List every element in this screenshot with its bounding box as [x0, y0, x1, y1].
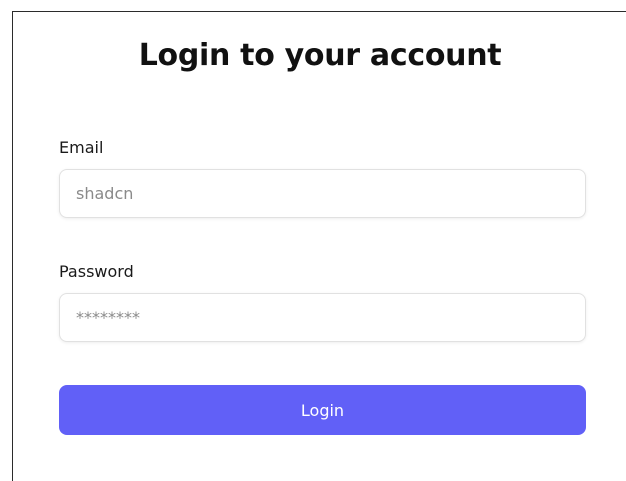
- login-button[interactable]: Login: [59, 385, 586, 435]
- password-field[interactable]: [59, 293, 586, 342]
- email-field[interactable]: [59, 169, 586, 218]
- password-label: Password: [59, 262, 134, 281]
- email-label: Email: [59, 138, 104, 157]
- page-title: Login to your account: [138, 38, 502, 73]
- login-card: Login to your account Email Password Log…: [12, 11, 626, 481]
